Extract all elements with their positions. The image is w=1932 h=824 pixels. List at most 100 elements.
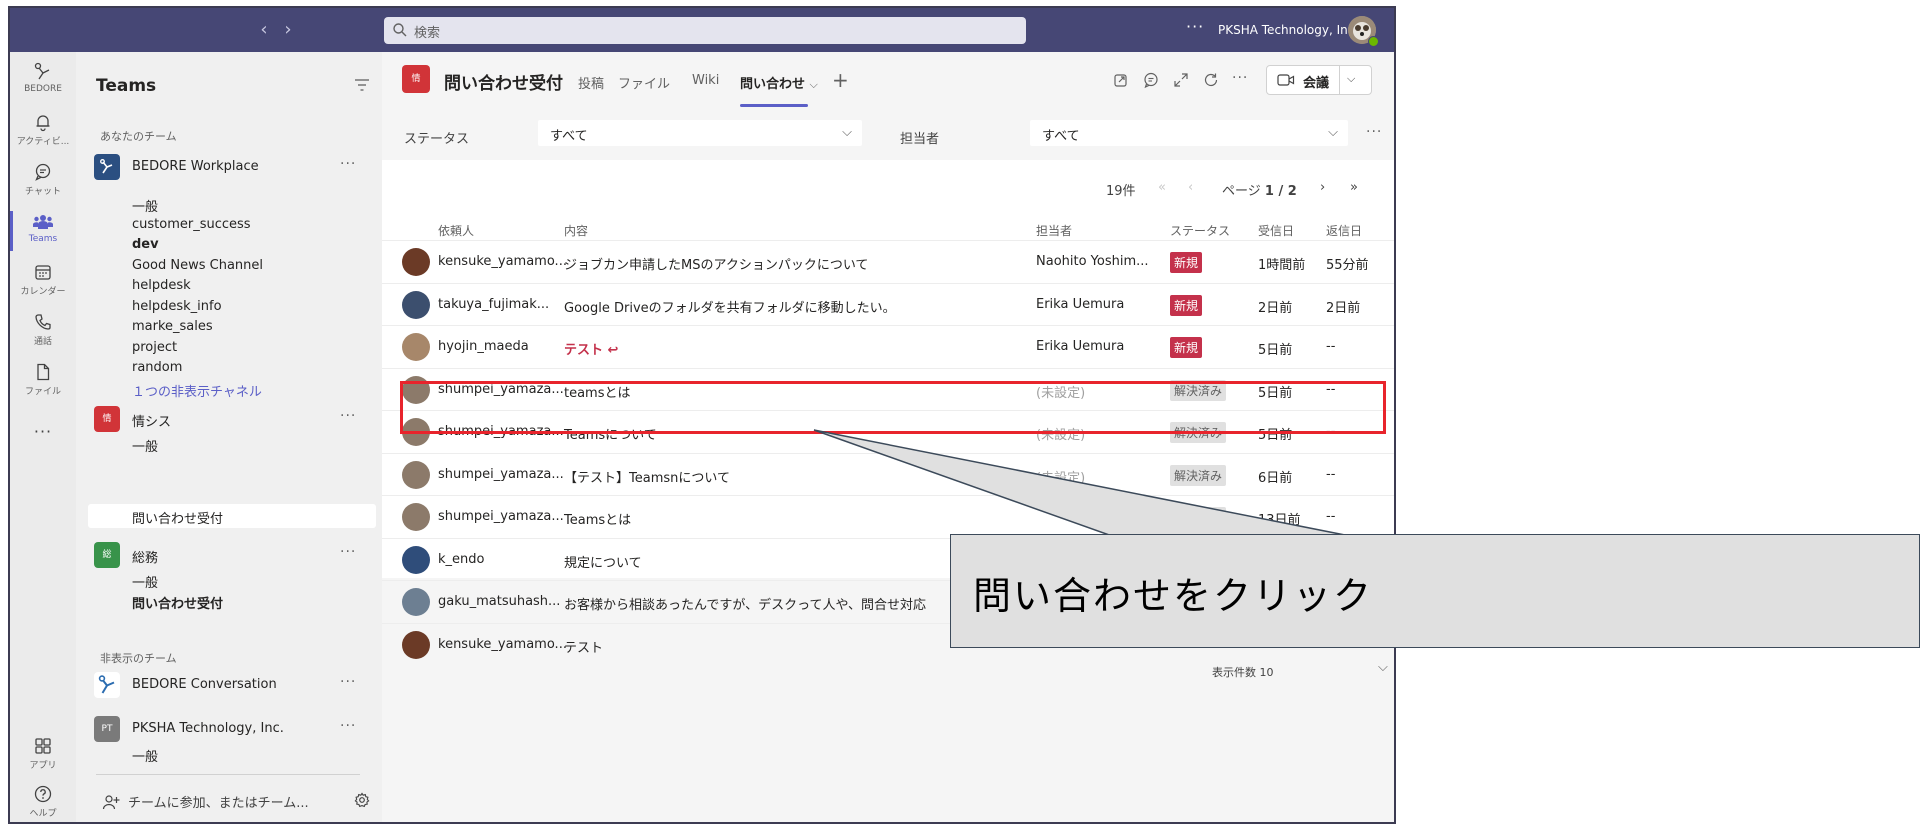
rail-activity[interactable]: アクティビ... (10, 108, 76, 154)
presence-status-icon (1368, 36, 1379, 47)
add-tab-icon[interactable]: + (832, 68, 849, 92)
callout-box: 問い合わせをクリック (950, 534, 1920, 648)
channel-helpdesk[interactable]: helpdesk (132, 278, 191, 293)
team-bedore-conversation[interactable]: BEDORE Conversation ··· (94, 672, 374, 698)
page-indicator: ページ 1 / 2 (1222, 180, 1297, 199)
tab-inquiries[interactable]: 問い合わせ ⌵ (740, 73, 818, 92)
sidebar-divider (96, 774, 360, 775)
table-row[interactable]: kensuke_yamamo... ジョブカン申請したMSのアクションパックについ… (382, 240, 1394, 283)
column-header-received[interactable]: 受信日 (1258, 222, 1294, 239)
meet-button[interactable]: 会議 ⌵ (1266, 65, 1372, 95)
forward-arrow-icon[interactable]: › (278, 18, 298, 42)
bedore-logo-icon (100, 159, 113, 174)
status-filter-select[interactable]: すべて ⌵ (538, 120, 862, 146)
team-more-icon[interactable]: ··· (340, 156, 356, 172)
channel-helpdesk-info[interactable]: helpdesk_info (132, 299, 222, 314)
table-row[interactable]: shumpei_yamaza... 【テスト】Teamsnについて (未設定) 解決済… (382, 452, 1394, 496)
rail-label: ファイル (24, 387, 61, 397)
page-value: 1 / 2 (1264, 184, 1297, 199)
sidebar-title: Teams (96, 76, 157, 96)
requester-avatar (402, 333, 430, 361)
join-or-create-team-button[interactable]: チームに参加、またはチーム... (102, 792, 309, 811)
organization-name[interactable]: PKSHA Technology, Inc. (1218, 23, 1358, 37)
filter-more-icon[interactable]: ··· (1366, 124, 1382, 140)
rail-more[interactable]: ··· (10, 422, 76, 446)
team-more-icon[interactable]: ··· (340, 408, 356, 424)
rail-files[interactable]: ファイル (10, 358, 76, 404)
chevron-down-icon[interactable]: ⌵ (1378, 660, 1388, 675)
last-page-icon[interactable]: » (1350, 180, 1358, 195)
content-cell: テスト ↩ (564, 343, 619, 358)
titlebar-more-icon[interactable]: ··· (1186, 17, 1204, 36)
team-more-icon[interactable]: ··· (340, 718, 356, 734)
first-page-icon[interactable]: « (1158, 180, 1166, 195)
chevron-down-icon: ⌵ (842, 125, 852, 140)
column-header-requester[interactable]: 依頼人 (438, 222, 474, 239)
channel-random[interactable]: random (132, 360, 182, 375)
table-row[interactable]: takuya_fujimak... Google Driveのフォルダを共有フォル… (382, 282, 1394, 326)
popout-icon[interactable] (1112, 71, 1130, 89)
channel-inquiry-desk[interactable]: 問い合わせ受付 (132, 593, 223, 612)
filter-icon[interactable] (354, 78, 370, 92)
rail-help[interactable]: ヘルプ (10, 780, 76, 822)
assignee-cell: Naohito Yoshim... (1036, 254, 1149, 269)
tab-files[interactable]: ファイル (618, 73, 670, 92)
requester-cell: kensuke_yamamo... (438, 254, 567, 269)
channel-general[interactable]: 一般 (132, 436, 158, 455)
status-badge: 解決済み (1170, 464, 1227, 486)
rail-calls[interactable]: 通話 (10, 308, 76, 354)
assignee-filter-select[interactable]: すべて ⌵ (1030, 120, 1348, 146)
team-more-icon[interactable]: ··· (340, 544, 356, 560)
channel-dev[interactable]: dev (132, 237, 159, 252)
per-page-label: 表示件数 10 (1212, 666, 1274, 679)
expand-icon[interactable] (1172, 71, 1190, 89)
column-header-content[interactable]: 内容 (564, 222, 588, 239)
team-more-icon[interactable]: ··· (340, 674, 356, 690)
rail-apps[interactable]: アプリ (10, 732, 76, 778)
received-cell: 13日前 (1258, 513, 1301, 528)
replied-cell: -- (1326, 466, 1336, 482)
channel-general[interactable]: 一般 (132, 196, 158, 215)
channel-marke-sales[interactable]: marke_sales (132, 319, 213, 334)
channel-project[interactable]: project (132, 340, 177, 355)
rail-calendar[interactable]: カレンダー (10, 258, 76, 304)
hidden-channels-link[interactable]: １つの非表示チャネル (132, 381, 262, 400)
next-page-icon[interactable]: › (1320, 180, 1325, 195)
search-input[interactable]: 検索 (384, 17, 1026, 44)
conversation-icon[interactable] (1142, 71, 1160, 89)
team-somu[interactable]: 総 総務 ··· (94, 542, 374, 568)
content-cell: 【テスト】Teamsnについて (564, 470, 730, 486)
channel-general[interactable]: 一般 (132, 746, 158, 765)
requester-cell: shumpei_yamaza... (438, 466, 564, 482)
tab-posts[interactable]: 投稿 (578, 73, 604, 92)
prev-page-icon[interactable]: ‹ (1188, 180, 1193, 195)
teams-sidebar: Teams あなたのチーム BEDORE Workplace ··· 一般 cu… (76, 52, 382, 822)
requester-avatar (402, 248, 430, 276)
table-row[interactable]: hyojin_maeda テスト ↩ Erika Uemura 新規 5日前 -- (382, 325, 1394, 368)
channel-general[interactable]: 一般 (132, 572, 158, 591)
chevron-down-icon[interactable]: ⌵ (1347, 72, 1355, 86)
requester-avatar (402, 545, 430, 574)
refresh-icon[interactable] (1202, 71, 1220, 89)
table-row[interactable]: shumpei_yamaza... Teamsとは 解決済み 13日前 -- (382, 495, 1394, 538)
status-badge: 新規 (1170, 337, 1203, 358)
gear-icon[interactable] (354, 792, 370, 808)
channel-good-news[interactable]: Good News Channel (132, 258, 263, 273)
back-arrow-icon[interactable]: ‹ (254, 18, 274, 42)
team-pksha[interactable]: PT PKSHA Technology, Inc. ··· (94, 716, 374, 742)
rail-teams[interactable]: Teams (10, 208, 76, 254)
tab-wiki[interactable]: Wiki (692, 73, 719, 88)
rail-label: チャット (25, 187, 61, 197)
team-logo (94, 672, 120, 698)
team-joshis[interactable]: 情 情シス ··· (94, 406, 374, 432)
team-bedore-workplace[interactable]: BEDORE Workplace ··· (94, 154, 374, 180)
column-header-replied[interactable]: 返信日 (1326, 222, 1362, 239)
requester-cell: shumpei_yamaza... (438, 509, 564, 524)
column-header-status[interactable]: ステータス (1170, 222, 1230, 239)
channel-inquiry-desk[interactable]: 問い合わせ受付 (132, 508, 223, 527)
column-header-assignee[interactable]: 担当者 (1036, 222, 1072, 239)
rail-chat[interactable]: チャット (10, 158, 76, 204)
rail-bedore[interactable]: BEDORE (10, 58, 76, 104)
channel-customer-success[interactable]: customer_success (132, 217, 251, 232)
header-more-icon[interactable]: ··· (1232, 70, 1248, 86)
